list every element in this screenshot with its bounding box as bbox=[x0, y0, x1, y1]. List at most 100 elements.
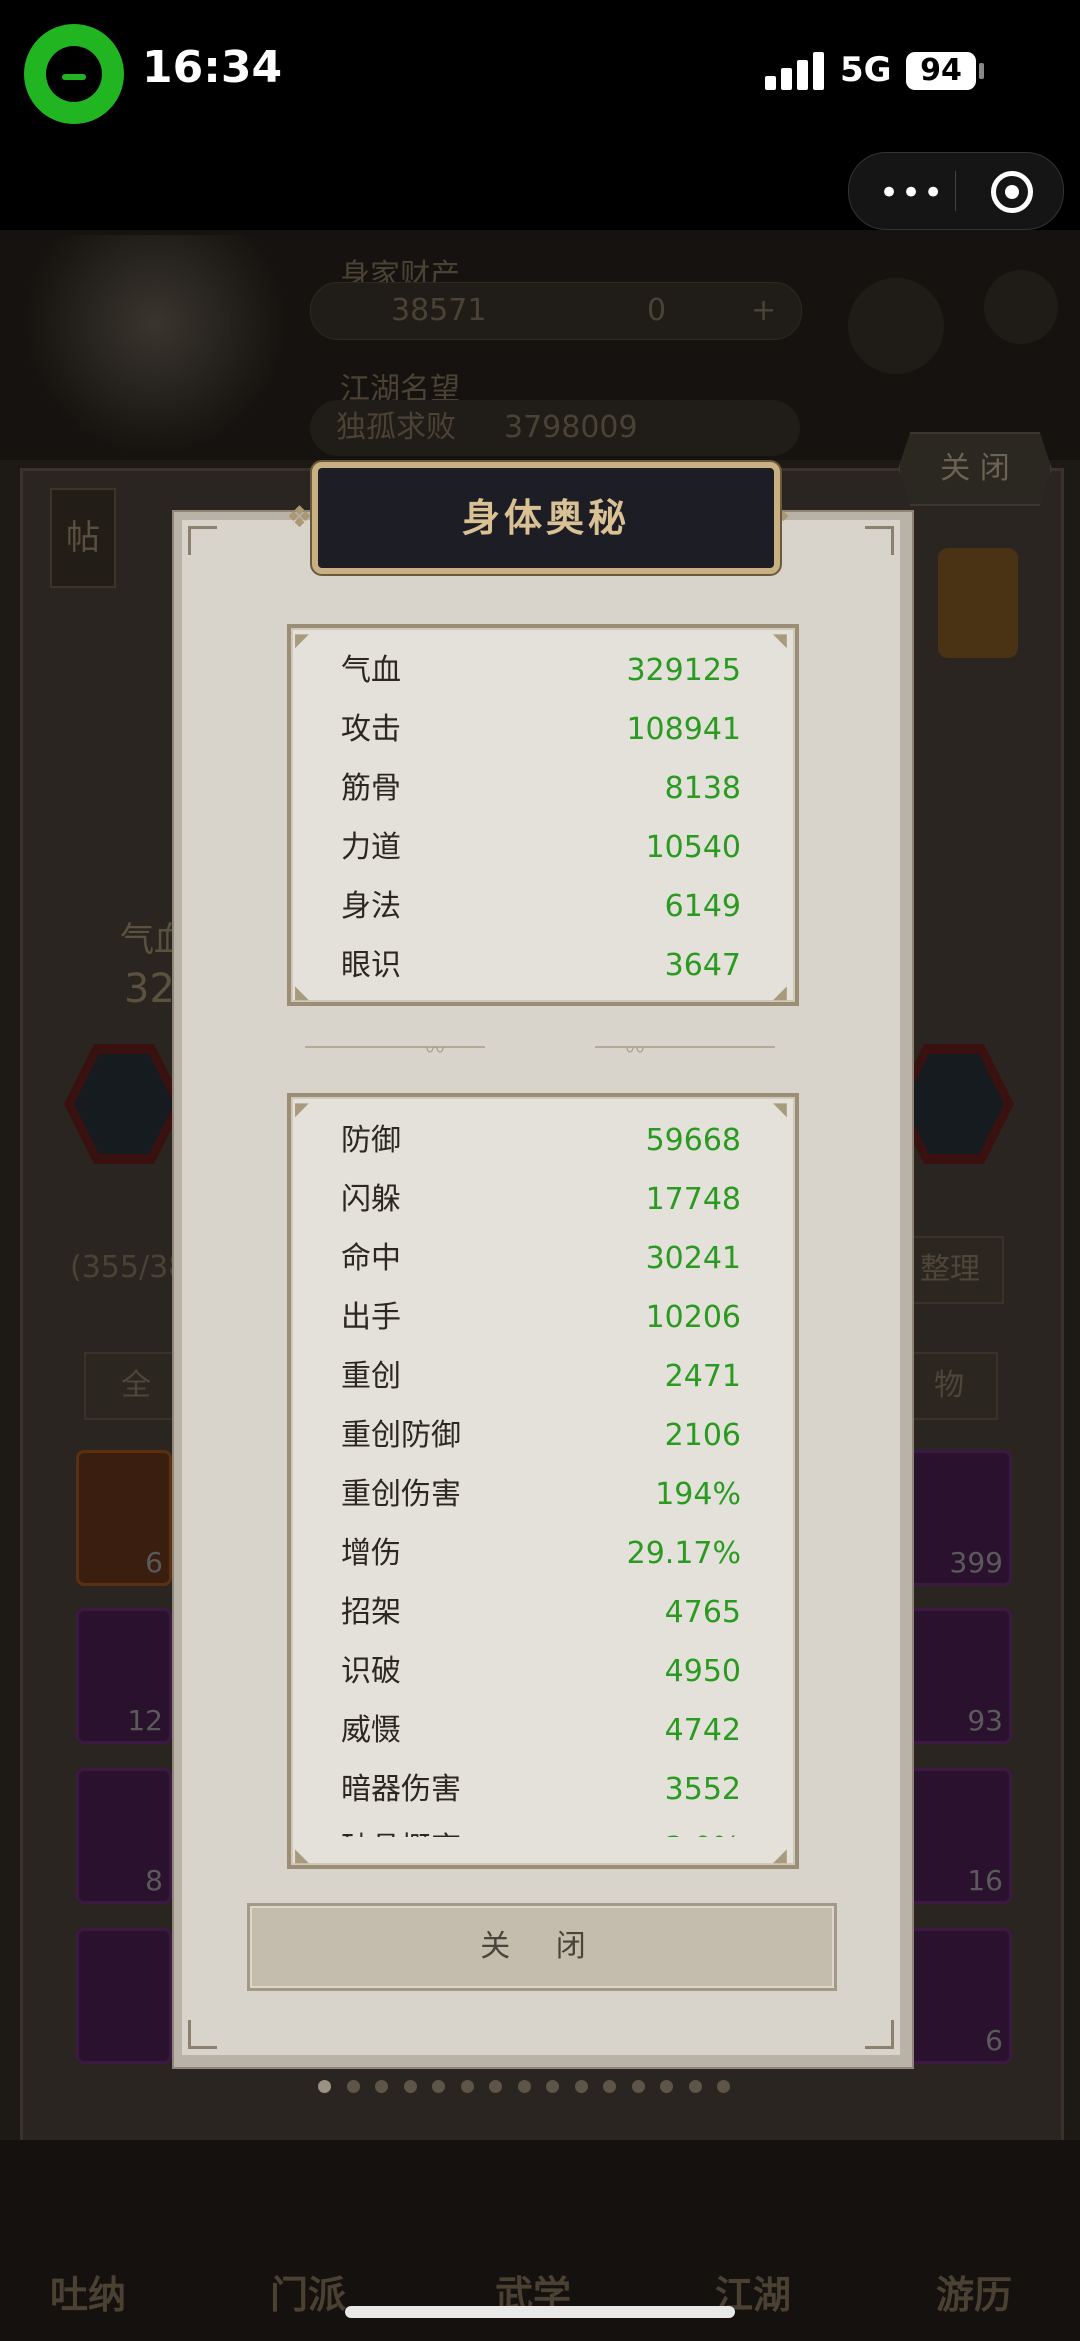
title-ornament-left: ❖ bbox=[286, 500, 313, 535]
bg-fame-value: 3798009 bbox=[504, 410, 638, 445]
bg-nav-item: 门派 bbox=[270, 2273, 347, 2317]
stat-value: 3647 bbox=[664, 948, 741, 983]
app-logo-icon bbox=[24, 24, 124, 124]
stat-value: 10540 bbox=[645, 830, 741, 865]
stat-label: 眼识 bbox=[341, 948, 401, 983]
stat-row: 出手 10206 bbox=[291, 1288, 795, 1347]
bg-close-button: 关 闭 bbox=[898, 432, 1052, 506]
network-type: 5G bbox=[840, 50, 892, 90]
stat-label: 暗器伤害 bbox=[341, 1772, 461, 1807]
stat-row: 增伤 29.17% bbox=[291, 1524, 795, 1583]
bg-nav-item: 游历 bbox=[936, 2273, 1013, 2317]
stat-value: 3.0% bbox=[665, 1819, 741, 1837]
stat-row: 暗器伤害 3552 bbox=[291, 1760, 795, 1819]
stat-row: 闪躲 17748 bbox=[291, 1170, 795, 1229]
bg-slot bbox=[76, 1928, 172, 2064]
modal-title-plate: 身体奥秘 bbox=[312, 462, 780, 574]
stat-value: 194% bbox=[655, 1477, 741, 1512]
bg-slot: 6 bbox=[906, 1928, 1012, 2064]
stat-row: 威慑 4742 bbox=[291, 1701, 795, 1760]
stat-label: 识破 bbox=[341, 1654, 401, 1689]
stat-value: 4950 bbox=[664, 1654, 741, 1689]
bg-avatar bbox=[20, 235, 290, 455]
stat-value: 10206 bbox=[645, 1300, 741, 1335]
stat-value: 329125 bbox=[626, 653, 741, 688]
bg-hp-value: 32 bbox=[124, 966, 175, 1012]
stat-row: 筋骨 8138 bbox=[291, 759, 795, 818]
stat-label: 筋骨 bbox=[341, 771, 401, 806]
bg-gear-icon bbox=[984, 270, 1058, 344]
battery-icon: 94 bbox=[906, 52, 976, 90]
miniprogram-capsule: ••• bbox=[848, 152, 1064, 230]
stat-label: 重创 bbox=[341, 1359, 401, 1394]
stat-value: 6149 bbox=[664, 889, 741, 924]
stat-value: 2106 bbox=[664, 1418, 741, 1453]
bg-fame-pill: 独孤求败 3798009 bbox=[310, 400, 800, 456]
bg-plus-icon: + bbox=[751, 293, 777, 328]
stat-value: 4765 bbox=[664, 1595, 741, 1630]
stat-row: 破骨概率 3.0% bbox=[291, 1819, 795, 1837]
stat-label: 威慑 bbox=[341, 1713, 401, 1748]
stat-row: 攻击 108941 bbox=[291, 700, 795, 759]
signal-icon bbox=[765, 50, 825, 90]
stat-label: 力道 bbox=[341, 830, 401, 865]
bg-slot: 16 bbox=[906, 1768, 1012, 1904]
bg-jade: 0 bbox=[647, 293, 667, 328]
stat-value: 3552 bbox=[664, 1772, 741, 1807]
bg-nav-item: 吐纳 bbox=[50, 2273, 127, 2317]
stats-scroll-area[interactable]: 防御 59668 闪躲 17748 命中 30241 出手 10206 重创 2471 重… bbox=[291, 1097, 795, 1837]
stat-label: 破骨概率 bbox=[341, 1819, 461, 1837]
page-indicator bbox=[318, 2078, 768, 2098]
stat-label: 命中 bbox=[341, 1241, 401, 1276]
stat-label: 重创伤害 bbox=[341, 1477, 461, 1512]
bg-yinyang-icon bbox=[848, 278, 944, 374]
stat-value: 2471 bbox=[664, 1359, 741, 1394]
stat-label: 气血 bbox=[341, 653, 401, 688]
bg-inventory-count: (355/38 bbox=[70, 1250, 188, 1285]
bg-fame-title: 独孤求败 bbox=[336, 410, 456, 445]
stat-label: 招架 bbox=[341, 1595, 401, 1630]
more-icon[interactable]: ••• bbox=[879, 173, 945, 213]
stat-value: 108941 bbox=[626, 712, 741, 747]
bg-badge-icon bbox=[938, 548, 1018, 658]
status-bar: 16:34 5G 94 bbox=[0, 0, 1080, 150]
stat-row: 身法 6149 bbox=[291, 877, 795, 936]
stat-label: 身法 bbox=[341, 889, 401, 924]
bg-slot: 12 bbox=[76, 1608, 172, 1744]
bg-tab-item: 物 bbox=[900, 1352, 998, 1420]
home-indicator[interactable] bbox=[345, 2306, 735, 2318]
stat-label: 增伤 bbox=[341, 1536, 401, 1571]
stat-row: 重创伤害 194% bbox=[291, 1465, 795, 1524]
stat-label: 出手 bbox=[341, 1300, 401, 1335]
bg-slot: 93 bbox=[906, 1608, 1012, 1744]
modal-title: 身体奥秘 bbox=[461, 496, 630, 540]
stat-label: 重创防御 bbox=[341, 1418, 461, 1453]
bg-gold: 38571 bbox=[391, 293, 487, 328]
stat-label: 闪躲 bbox=[341, 1182, 401, 1217]
stat-row: 招架 4765 bbox=[291, 1583, 795, 1642]
stat-row: 防御 59668 bbox=[291, 1111, 795, 1170]
stat-row: 命中 30241 bbox=[291, 1229, 795, 1288]
stat-row: 眼识 3647 bbox=[291, 936, 795, 995]
secondary-stats-box[interactable]: ◤ ◥ ◣ ◢ 防御 59668 闪躲 17748 命中 30241 出手 10206 … bbox=[287, 1093, 799, 1869]
section-divider: 〰 〰 bbox=[305, 1038, 775, 1062]
bg-slot: 6 bbox=[76, 1450, 172, 1586]
stat-value: 4742 bbox=[664, 1713, 741, 1748]
stat-value: 8138 bbox=[664, 771, 741, 806]
stat-value: 17748 bbox=[645, 1182, 741, 1217]
stat-value: 59668 bbox=[645, 1123, 741, 1158]
stat-value: 29.17% bbox=[626, 1536, 741, 1571]
bg-currency-pill: 38571 0 + bbox=[310, 282, 802, 340]
close-button[interactable]: 关 闭 bbox=[247, 1903, 837, 1991]
bg-slot: 8 bbox=[76, 1768, 172, 1904]
stat-row: 重创 2471 bbox=[291, 1347, 795, 1406]
bg-slot: 399 bbox=[906, 1450, 1012, 1586]
stat-row: 识破 4950 bbox=[291, 1642, 795, 1701]
stat-row: 力道 10540 bbox=[291, 818, 795, 877]
stat-row: 气血 329125 bbox=[291, 641, 795, 700]
stat-label: 防御 bbox=[341, 1123, 401, 1158]
stat-value: 30241 bbox=[645, 1241, 741, 1276]
exit-target-icon[interactable] bbox=[991, 171, 1033, 213]
battery-tip bbox=[979, 63, 984, 79]
bg-tie-button: 帖 bbox=[50, 488, 116, 588]
